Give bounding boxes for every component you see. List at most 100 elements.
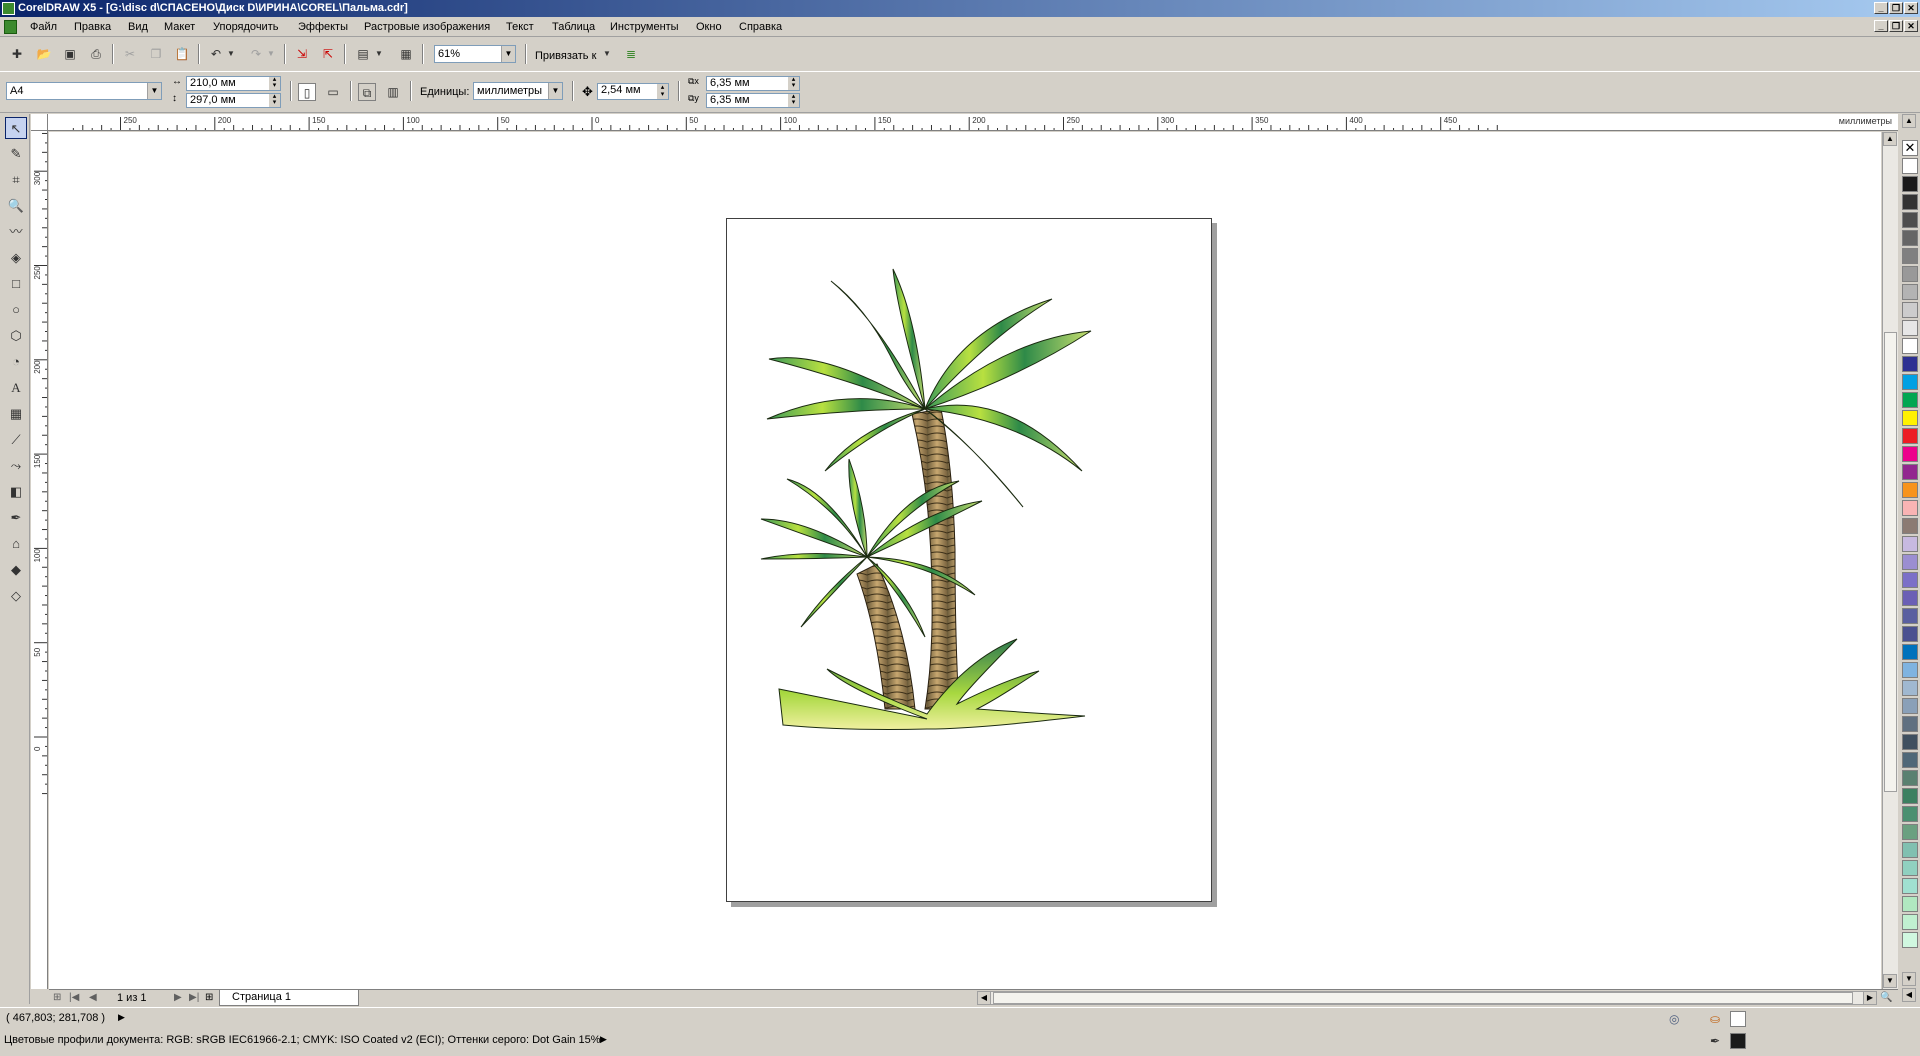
menu-view[interactable]: Вид: [128, 21, 148, 33]
palette-swatch[interactable]: [1902, 158, 1918, 174]
palette-swatch[interactable]: [1902, 176, 1918, 192]
crop-tool-icon[interactable]: ⌗: [5, 169, 27, 191]
profile-expand-icon[interactable]: ▶: [600, 1034, 607, 1045]
palette-swatch[interactable]: [1902, 824, 1918, 840]
eyedropper-tool-icon[interactable]: ✒: [5, 507, 27, 529]
no-color-swatch-icon[interactable]: ✕: [1902, 140, 1918, 156]
page-tab[interactable]: Страница 1: [219, 990, 359, 1006]
smart-fill-tool-icon[interactable]: ◈: [5, 247, 27, 269]
menu-bitmaps[interactable]: Растровые изображения: [364, 21, 490, 33]
palette-swatch[interactable]: [1902, 554, 1918, 570]
table-tool-icon[interactable]: ▦: [5, 403, 27, 425]
vertical-scrollbar[interactable]: ▲ ▼: [1882, 132, 1898, 989]
paper-type-combo[interactable]: A4 ▼: [6, 82, 162, 100]
palette-swatch[interactable]: [1902, 860, 1918, 876]
palette-swatch[interactable]: [1902, 680, 1918, 696]
copy-icon[interactable]: ❐: [147, 45, 165, 63]
status-expand-icon[interactable]: ▶: [118, 1012, 125, 1023]
palette-swatch[interactable]: [1902, 338, 1918, 354]
new-document-icon[interactable]: ✚: [8, 45, 26, 63]
palette-swatch[interactable]: [1902, 356, 1918, 372]
page-height-spinner-icon[interactable]: ▴ ▾: [269, 93, 280, 107]
current-page-icon[interactable]: ▥: [384, 83, 402, 101]
doc-minimize-button[interactable]: _: [1874, 20, 1888, 32]
freehand-tool-icon[interactable]: 〰: [5, 221, 27, 243]
palette-swatch[interactable]: [1902, 392, 1918, 408]
page-height-field[interactable]: 297,0 мм ▴ ▾: [186, 93, 281, 108]
palette-swatch[interactable]: [1902, 374, 1918, 390]
page-width-spinner-icon[interactable]: ▴ ▾: [269, 76, 280, 90]
pick-tool-icon[interactable]: ↖: [5, 117, 27, 139]
palette-swatch[interactable]: [1902, 536, 1918, 552]
fill-tool-icon[interactable]: ◆: [5, 559, 27, 581]
palette-swatch[interactable]: [1902, 446, 1918, 462]
horizontal-ruler[interactable]: 250 200 150 100 50 0 50 100 150 200 250 300 350 400 45…: [48, 114, 1898, 131]
palette-swatch[interactable]: [1902, 410, 1918, 426]
interactive-fill-tool-icon[interactable]: ◇: [5, 585, 27, 607]
palette-swatch[interactable]: [1902, 518, 1918, 534]
duplicate-x-field[interactable]: 6,35 мм ▴ ▾: [706, 76, 800, 91]
add-page-after-icon[interactable]: ⊞: [205, 992, 213, 1004]
palette-swatch[interactable]: [1902, 716, 1918, 732]
polygon-tool-icon[interactable]: ⬡: [5, 325, 27, 347]
zoom-level-combo[interactable]: 61% ▼: [434, 45, 516, 63]
duplicate-y-spinner-icon[interactable]: ▴ ▾: [788, 93, 799, 107]
palette-swatch[interactable]: [1902, 230, 1918, 246]
menu-edit[interactable]: Правка: [74, 21, 111, 33]
outline-tool-icon[interactable]: ⌂: [5, 533, 27, 555]
undo-dropdown-icon[interactable]: ▼: [226, 45, 236, 63]
first-page-icon[interactable]: |◀: [69, 992, 79, 1004]
palette-swatch[interactable]: [1902, 266, 1918, 282]
palette-swatch[interactable]: [1902, 878, 1918, 894]
open-icon[interactable]: 📂: [35, 45, 53, 63]
add-page-before-icon[interactable]: ⊞: [53, 992, 61, 1004]
shape-tool-icon[interactable]: ✎: [5, 143, 27, 165]
color-profiles-info[interactable]: Цветовые профили документа: RGB: sRGB IE…: [4, 1034, 601, 1046]
connector-tool-icon[interactable]: ⤳: [5, 455, 27, 477]
palette-swatch[interactable]: [1902, 194, 1918, 210]
menu-text[interactable]: Текст: [506, 21, 534, 33]
palette-swatch[interactable]: [1902, 248, 1918, 264]
scroll-right-icon[interactable]: ▶: [1863, 991, 1877, 1005]
portrait-icon[interactable]: ▯: [298, 83, 316, 101]
fill-color-swatch[interactable]: [1730, 1011, 1746, 1027]
palette-swatch[interactable]: [1902, 842, 1918, 858]
launcher-dropdown-icon[interactable]: ▼: [374, 45, 384, 63]
palette-swatch[interactable]: [1902, 608, 1918, 624]
palette-swatch[interactable]: [1902, 914, 1918, 930]
document-page[interactable]: [726, 218, 1212, 902]
import-icon[interactable]: ⇲: [293, 45, 311, 63]
palm-tree-illustration[interactable]: [727, 219, 1213, 903]
redo-dropdown-icon[interactable]: ▼: [266, 45, 276, 63]
menu-help[interactable]: Справка: [739, 21, 782, 33]
palette-swatch[interactable]: [1902, 788, 1918, 804]
palette-swatch[interactable]: [1902, 428, 1918, 444]
print-icon[interactable]: ⎙: [87, 45, 105, 63]
document-icon[interactable]: [4, 20, 17, 34]
rectangle-tool-icon[interactable]: □: [5, 273, 27, 295]
palette-swatch[interactable]: [1902, 662, 1918, 678]
previous-page-icon[interactable]: ◀: [89, 992, 97, 1004]
dimension-tool-icon[interactable]: ⟋: [5, 429, 27, 451]
minimize-button[interactable]: _: [1874, 2, 1888, 14]
undo-icon[interactable]: ↶: [207, 45, 225, 63]
menu-effects[interactable]: Эффекты: [298, 21, 348, 33]
palette-swatch[interactable]: [1902, 698, 1918, 714]
menu-tools[interactable]: Инструменты: [610, 21, 679, 33]
palette-swatch[interactable]: [1902, 320, 1918, 336]
scroll-up-icon[interactable]: ▲: [1883, 132, 1897, 146]
palette-swatch[interactable]: [1902, 590, 1918, 606]
zoom-dropdown-icon[interactable]: ▼: [501, 46, 515, 62]
palette-swatch[interactable]: [1902, 932, 1918, 948]
palette-scroll-up-icon[interactable]: ▲: [1902, 114, 1916, 128]
navigator-zoom-icon[interactable]: 🔍: [1880, 992, 1892, 1004]
palette-swatch[interactable]: [1902, 626, 1918, 642]
redo-icon[interactable]: ↷: [247, 45, 265, 63]
options-icon[interactable]: ≣: [622, 45, 640, 63]
doc-restore-button[interactable]: ❐: [1889, 20, 1903, 32]
basic-shapes-tool-icon[interactable]: ◔: [5, 351, 27, 373]
next-page-icon[interactable]: ▶: [174, 992, 182, 1004]
scroll-left-icon[interactable]: ◀: [977, 991, 991, 1005]
last-page-icon[interactable]: ▶|: [189, 992, 199, 1004]
landscape-icon[interactable]: ▭: [324, 83, 342, 101]
